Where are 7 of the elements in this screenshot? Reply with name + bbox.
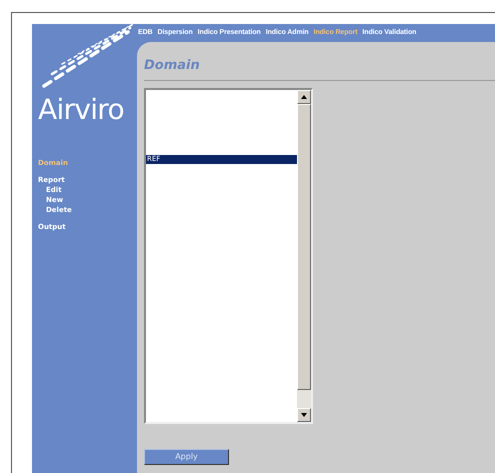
panel-title: Domain [144, 57, 201, 75]
logo-text: Airviro [38, 96, 125, 124]
scroll-down-button[interactable] [297, 408, 311, 422]
scroll-up-button[interactable] [297, 90, 311, 104]
down-arrow-icon [301, 412, 307, 416]
up-arrow-icon [301, 94, 307, 98]
apply-button[interactable]: Apply [144, 448, 229, 464]
